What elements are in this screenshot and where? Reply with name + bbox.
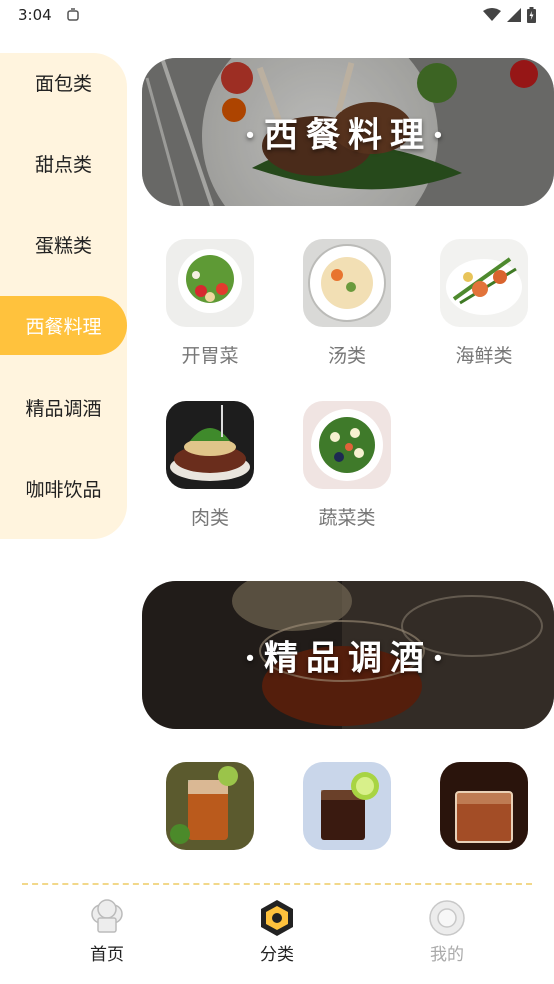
cocktail-card-2[interactable]	[292, 762, 402, 864]
status-bar: 3:04	[0, 0, 554, 32]
banner-cocktails[interactable]: ·精品调酒·	[142, 581, 554, 729]
category-card-vegetables[interactable]: 蔬菜类	[292, 401, 402, 530]
nav-profile[interactable]: 我的	[392, 898, 502, 965]
sidebar-item-cakes[interactable]: 蛋糕类	[0, 215, 127, 274]
nav-home[interactable]: 首页	[52, 898, 162, 965]
sidebar-item-bread[interactable]: 面包类	[0, 53, 127, 112]
sidebar-item-western-cuisine[interactable]: 西餐料理	[0, 296, 127, 355]
category-label-soup: 汤类	[327, 345, 366, 367]
appetizer-image	[166, 239, 254, 327]
soup-image	[303, 239, 391, 327]
cocktail-card-1[interactable]	[155, 762, 265, 864]
nav-profile-label: 我的	[430, 945, 464, 965]
category-card-seafood[interactable]: 海鲜类	[429, 239, 539, 368]
category-card-appetizer[interactable]: 开胃菜	[155, 239, 265, 368]
nav-home-label: 首页	[90, 945, 124, 965]
chef-hat-icon	[87, 898, 127, 938]
category-label-vegetables: 蔬菜类	[318, 507, 376, 529]
seafood-image	[440, 239, 528, 327]
category-label-meat: 肉类	[190, 507, 229, 529]
nav-category-label: 分类	[260, 945, 294, 965]
bottom-nav-divider	[22, 883, 532, 885]
status-time: 3:04	[18, 6, 52, 24]
profile-icon	[427, 898, 467, 938]
category-label-appetizer: 开胃菜	[181, 345, 239, 367]
vegetables-image	[303, 401, 391, 489]
category-card-soup[interactable]: 汤类	[292, 239, 402, 368]
cocktail-card-3[interactable]	[429, 762, 539, 864]
sidebar-item-cocktails[interactable]: 精品调酒	[0, 378, 127, 437]
meat-image	[166, 401, 254, 489]
sidebar-item-coffee-drinks[interactable]: 咖啡饮品	[0, 459, 127, 518]
signal-icon	[507, 8, 521, 22]
battery-icon	[527, 7, 536, 23]
cocktail-image-whiskey	[440, 762, 528, 850]
cocktail-image-iced-tea	[166, 762, 254, 850]
category-card-meat[interactable]: 肉类	[155, 401, 265, 530]
hexagon-category-icon	[257, 898, 297, 938]
notification-icon	[67, 8, 79, 21]
wifi-icon	[483, 8, 501, 21]
sidebar-item-desserts[interactable]: 甜点类	[0, 134, 127, 193]
category-sidebar: 面包类 甜点类 蛋糕类 西餐料理 精品调酒 咖啡饮品	[0, 53, 127, 539]
banner-cocktails-title: ·精品调酒·	[244, 638, 452, 679]
nav-category[interactable]: 分类	[222, 898, 332, 965]
banner-western-cuisine[interactable]: ·西餐料理·	[142, 58, 554, 206]
category-label-seafood: 海鲜类	[455, 345, 513, 367]
cocktail-image-cola-lime	[303, 762, 391, 850]
banner-western-cuisine-title: ·西餐料理·	[244, 115, 452, 156]
